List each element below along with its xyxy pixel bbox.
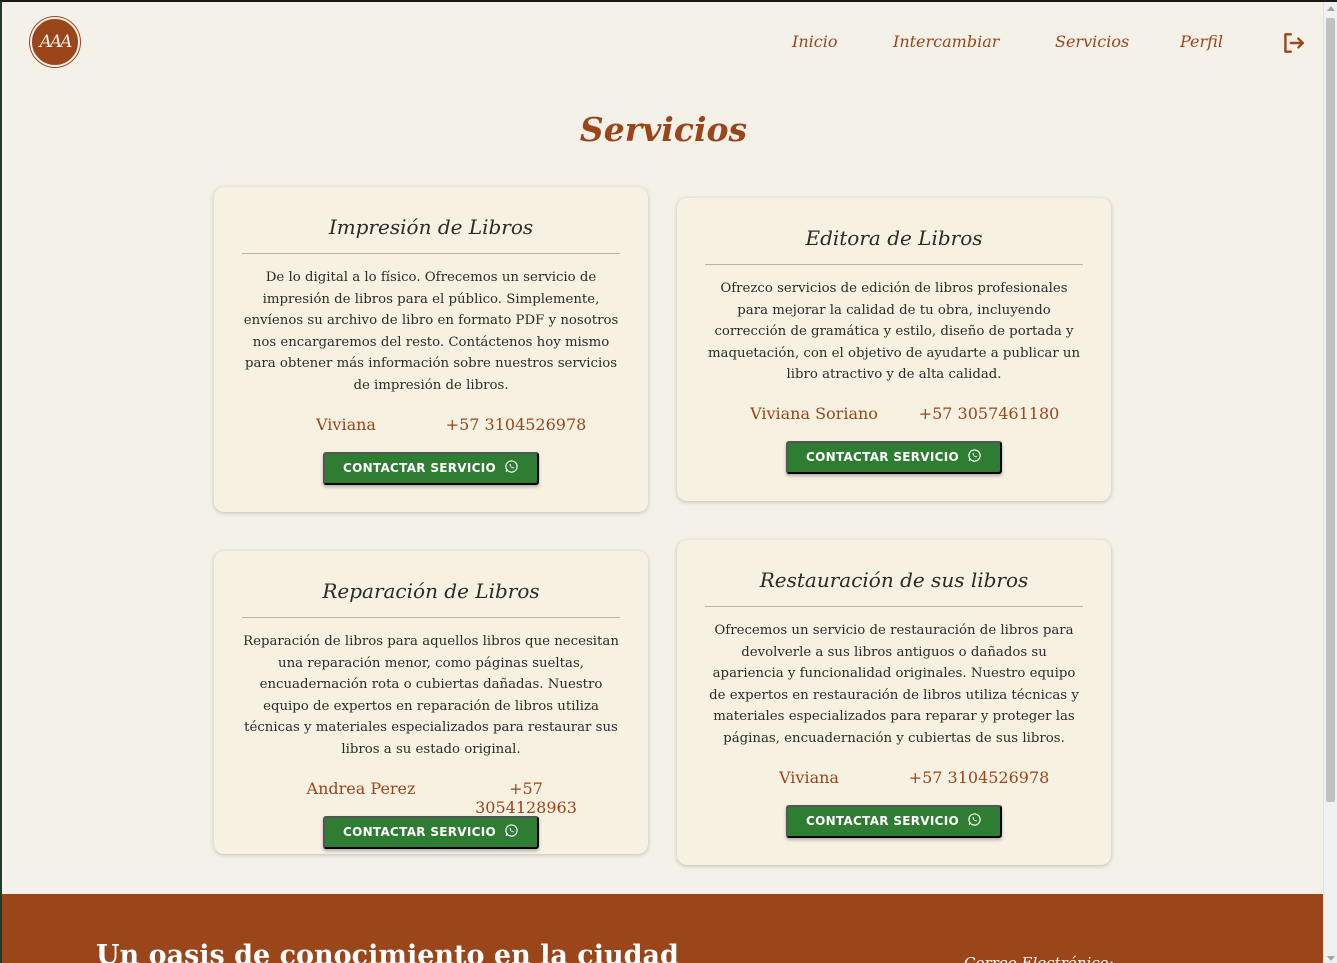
service-contact: Viviana Soriano +57 3057461180 <box>705 404 1083 424</box>
contact-service-button[interactable]: CONTACTAR SERVICIO <box>786 440 1002 474</box>
contact-service-button[interactable]: CONTACTAR SERVICIO <box>323 815 539 849</box>
service-contact: Viviana +57 3104526978 <box>705 768 1083 788</box>
contact-name: Viviana <box>316 414 376 434</box>
whatsapp-icon <box>504 459 519 477</box>
contact-phone: +57 3054128963 <box>475 778 577 817</box>
whatsapp-icon <box>967 812 982 830</box>
button-label: CONTACTAR SERVICIO <box>805 814 960 829</box>
contact-name: Viviana <box>779 767 839 787</box>
contact-phone: +57 3104526978 <box>908 767 1050 787</box>
scroll-up-arrow-icon[interactable] <box>1327 6 1335 11</box>
whatsapp-icon <box>504 823 519 841</box>
nav-intercambiar[interactable]: Intercambiar <box>893 32 999 51</box>
main-nav: Inicio Intercambiar Servicios Perfil <box>2 32 1325 56</box>
service-description: Ofrecemos un servicio de restauración de… <box>709 623 1079 746</box>
page-title: Servicios <box>579 110 748 149</box>
button-label: CONTACTAR SERVICIO <box>805 450 960 465</box>
page: AAA Inicio Intercambiar Servicios Perfil… <box>2 2 1325 963</box>
nav-servicios[interactable]: Servicios <box>1055 32 1129 51</box>
footer: Un oasis de conocimiento en la ciudad Co… <box>2 894 1325 963</box>
service-description: Ofrezco servicios de edición de libros p… <box>707 281 1081 383</box>
service-title: Reparación de Libros <box>242 551 620 618</box>
footer-tagline: Un oasis de conocimiento en la ciudad <box>96 940 679 963</box>
button-label: CONTACTAR SERVICIO <box>342 461 497 476</box>
service-description: Reparación de libros para aquellos libro… <box>243 634 619 757</box>
service-contact: Andrea Perez +57 3054128963 <box>242 778 620 817</box>
service-contact: Viviana +57 3104526978 <box>242 415 620 435</box>
contact-service-button[interactable]: CONTACTAR SERVICIO <box>786 804 1002 838</box>
service-card-editora: Editora de Libros Ofrezco servicios de e… <box>677 198 1111 501</box>
scrollbar-thumb[interactable] <box>1326 18 1335 802</box>
vertical-scrollbar[interactable] <box>1323 2 1337 963</box>
contact-phone: +57 3057461180 <box>918 403 1060 423</box>
button-label: CONTACTAR SERVICIO <box>342 825 497 840</box>
contact-phone: +57 3104526978 <box>445 414 587 434</box>
nav-inicio[interactable]: Inicio <box>792 32 837 51</box>
service-card-restauracion: Restauración de sus libros Ofrecemos un … <box>677 540 1111 865</box>
logout-icon[interactable] <box>1280 30 1306 56</box>
nav-perfil[interactable]: Perfil <box>1180 32 1223 51</box>
contact-name: Andrea Perez <box>306 778 416 798</box>
contact-name: Viviana Soriano <box>750 403 878 423</box>
service-card-impresion: Impresión de Libros De lo digital a lo f… <box>214 187 648 512</box>
service-title: Editora de Libros <box>705 198 1083 265</box>
service-title: Impresión de Libros <box>242 187 620 254</box>
service-card-reparacion: Reparación de Libros Reparación de libro… <box>214 551 648 854</box>
scroll-down-arrow-icon[interactable] <box>1327 956 1335 961</box>
footer-email-label: Correo Electrónico: <box>964 954 1114 963</box>
service-title: Restauración de sus libros <box>705 540 1083 607</box>
whatsapp-icon <box>967 448 982 466</box>
service-description: De lo digital a lo físico. Ofrecemos un … <box>243 270 619 393</box>
contact-service-button[interactable]: CONTACTAR SERVICIO <box>323 451 539 485</box>
